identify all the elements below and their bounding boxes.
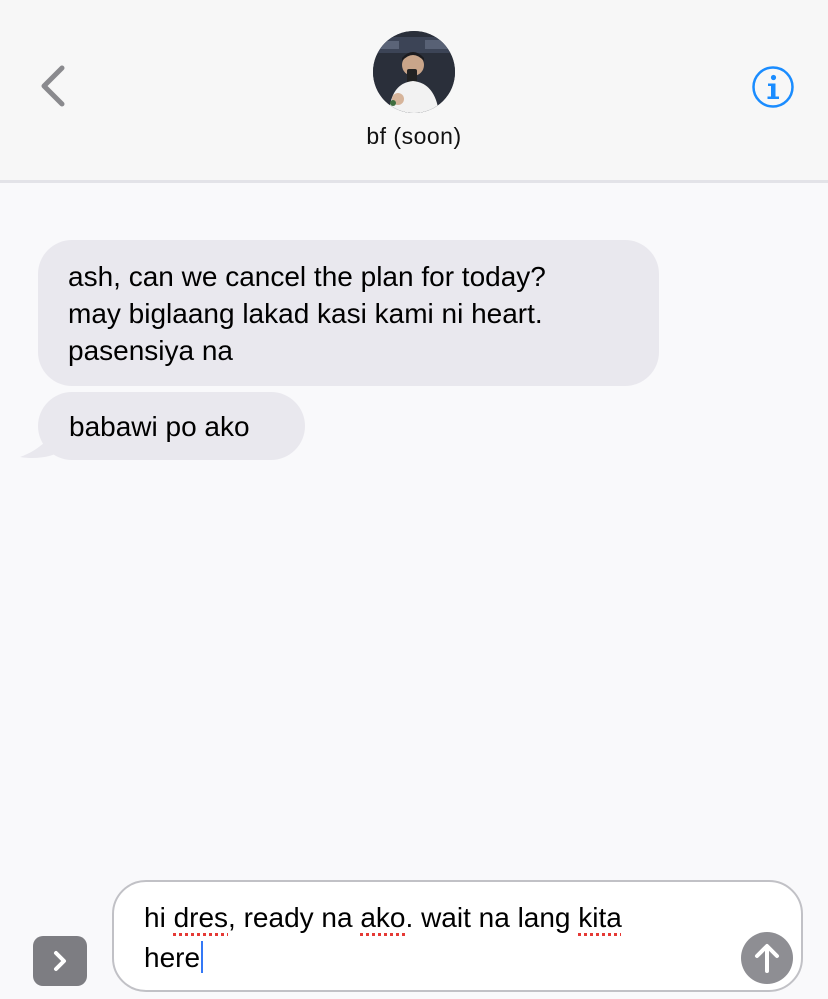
message-text: babawi po ako: [69, 411, 250, 442]
input-line: here: [144, 938, 744, 978]
message-text-line: may biglaang lakad kasi kami ni heart.: [68, 298, 543, 329]
misspelled-word[interactable]: kita: [578, 902, 622, 933]
apps-toggle-button[interactable]: [33, 936, 87, 986]
input-text-segment: hi: [144, 902, 174, 933]
arrow-up-icon: [755, 944, 779, 973]
input-text-segment: here: [144, 942, 201, 973]
input-line: hi dres, ready na ako. wait na lang kita: [144, 898, 744, 938]
input-text-segment: . wait na lang: [405, 902, 579, 933]
back-button[interactable]: [36, 62, 76, 110]
chevron-left-icon: [41, 65, 65, 107]
incoming-message-bubble[interactable]: babawi po ako: [38, 392, 305, 460]
incoming-message-bubble[interactable]: ash, can we cancel the plan for today? m…: [38, 240, 659, 386]
misspelled-word[interactable]: dres: [174, 902, 228, 933]
info-button[interactable]: [751, 65, 795, 109]
info-icon: [752, 66, 794, 108]
text-caret: [201, 941, 204, 973]
message-text-line: ash, can we cancel the plan for today?: [68, 261, 546, 292]
message-input-field[interactable]: hi dres, ready na ako. wait na lang kita…: [112, 880, 803, 992]
contact-name[interactable]: bf (soon): [0, 123, 828, 150]
contact-avatar[interactable]: [373, 31, 455, 113]
input-text-segment: , ready na: [228, 902, 361, 933]
misspelled-word[interactable]: ako: [360, 902, 405, 933]
send-button[interactable]: [741, 932, 793, 984]
message-text-line: pasensiya na: [68, 335, 234, 366]
message-input-text[interactable]: hi dres, ready na ako. wait na lang kita…: [144, 898, 744, 978]
avatar-photo: [373, 31, 455, 113]
chevron-right-icon: [54, 951, 66, 971]
conversation-header: bf (soon): [0, 0, 828, 183]
